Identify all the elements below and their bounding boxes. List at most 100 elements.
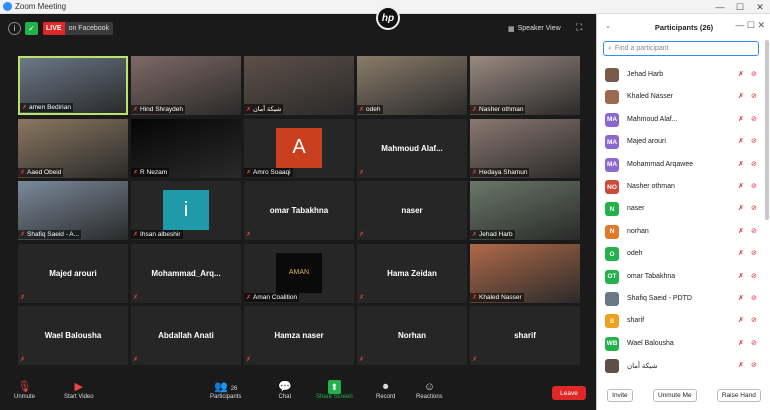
video-tile-ameen[interactable]: ✗ amen Bedirian [18,56,128,115]
participant-row[interactable]: OT omar Tabakhna ✗ ⊘ [597,266,765,288]
invite-button[interactable]: Invite [607,388,633,402]
video-tile-hind[interactable]: ✗ Hind Shraydeh [131,56,241,115]
video-tile-rnezam[interactable]: ✗ R Nezam [131,118,241,178]
participant-name-label: ✗ Jehad Harb [470,230,515,239]
live-stream-badge[interactable]: LIVE on Facebook [43,22,114,35]
participant-row[interactable]: NO Nasher othman ✗ ⊘ [597,176,765,198]
raise-hand-button[interactable]: Raise Hand [716,388,761,402]
video-tile-wael[interactable]: Wael Balousha ✗ [18,306,128,365]
avatar: OT [605,269,619,284]
reactions-icon: ☺ [423,381,435,393]
close-window-button[interactable]: ✕ [750,0,770,14]
window-controls: — ☐ ✕ [710,0,770,14]
participant-row[interactable]: Ssharif ✗ ⊘ [597,310,765,332]
video-off-icon: ⊘ [751,339,757,347]
video-tile-majed[interactable]: Majed arouri ✗ [18,243,128,303]
video-tile-jehad[interactable]: ✗ Jehad Harb [470,181,580,240]
video-tile-mohammad[interactable]: Mohammad_Arq... ✗ [131,243,241,303]
video-off-icon: ⊘ [751,183,757,190]
muted-mic-icon: ✗ [472,232,478,238]
unmute-me-button[interactable]: Unmute Me [652,388,697,402]
meeting-topbar: i ✓ LIVE on Facebook hp ▦ Speaker View ⛶ [0,6,596,44]
video-tile-khaled[interactable]: ✗ Khaled Nasser [470,243,580,303]
video-tile-aaed[interactable]: ✗ Aaed Obeid [18,118,128,178]
participant-name-label: ✗ R Nezam [131,167,170,177]
minimize-button[interactable]: — [710,0,730,14]
participant-row[interactable]: MA Mahmoud Alaf... ✗ ⊘ [597,109,765,131]
avatar-letter: A [276,127,322,168]
participant-row[interactable]: Khaled Nasser ✗ ⊘ [597,86,765,108]
participant-name: Khaled Nasser [627,93,673,101]
video-tile-ledaya[interactable]: ✗ Hedaya Shamun [470,118,580,178]
video-tile-ihsan[interactable]: i ✗ Ihsan albeshir [131,181,241,240]
video-tile-omar[interactable]: omar Tabakhna ✗ [244,181,354,240]
muted-mic-icon: ✗ [133,232,139,238]
participant-name: R Nezam [140,168,168,176]
participant-name: Shafiq Saeid - A... [27,231,80,238]
start-video-button[interactable]: ▶ Start Video [64,380,94,400]
avatar [605,90,619,105]
panel-window-controls[interactable]: — ☐ ✕ [735,20,765,31]
participants-button[interactable]: 👥 26 Participants [210,380,241,400]
participant-row[interactable]: MA Majed arouri ✗ ⊘ [597,131,765,153]
live-label: LIVE [43,22,65,35]
video-tile-abdallah[interactable]: Abdallah Anati ✗ [131,306,241,365]
video-tile-mahmoud[interactable]: Mahmoud Alaf... ✗ [357,118,467,178]
video-off-icon: ⊘ [751,205,757,213]
video-tile-nasher[interactable]: ✗ Nasher othman [470,56,580,115]
participant-name-label: ✗ Khaled Nasser [470,292,524,302]
participant-name: Wael Balousha [44,331,102,340]
muted-mic-icon: ✗ [246,357,252,363]
muted-mic-icon: ✗ [738,317,744,325]
muted-mic-icon: ✗ [738,160,744,168]
participant-row[interactable]: MA Mohammad Arqawee ✗ ⊘ [597,154,765,176]
reactions-button[interactable]: ☺ Reactions [416,380,443,400]
participant-row[interactable]: Nnorhan ✗ ⊘ [597,221,765,243]
participant-name: Hind Shraydeh [140,106,184,113]
avatar: MA [605,135,619,150]
video-off-icon: ⊘ [751,227,757,235]
video-tile-arabic[interactable]: ✗ شيكة أمان [244,56,354,115]
participant-name: odeh [366,106,381,113]
avatar [605,292,619,306]
maximize-button[interactable]: ☐ [730,0,750,14]
fullscreen-icon[interactable]: ⛶ [576,22,582,33]
participant-search-input[interactable]: ⌕ Find a participant [603,41,759,56]
muted-mic-icon: ✗ [738,183,744,190]
video-tile-norhan[interactable]: Norhan ✗ [357,306,467,365]
participant-name: Jehad Harb [479,231,513,238]
share-screen-button[interactable]: ⬆ Share Screen [316,380,353,400]
video-tile-hamza[interactable]: Hamza naser ✗ [244,306,354,365]
record-button[interactable]: ⏺ Record [376,380,395,400]
avatar: NO [605,180,619,194]
participant-row[interactable]: WB Wael Balousha ✗ ⊘ [597,333,765,355]
muted-mic-icon: ✗ [20,232,26,238]
participant-row[interactable]: Shafiq Saeid - PDTD ✗ ⊘ [597,288,765,310]
video-tile-sharif[interactable]: sharif ✗ [470,306,580,365]
meeting-info-icon[interactable]: i [8,22,21,35]
speaker-view-button[interactable]: ▦ Speaker View [508,22,561,35]
chat-button[interactable]: 💬 Chat [278,380,292,400]
participant-row[interactable]: شيكة أمان ✗ ⊘ [597,355,765,377]
participant-name: Norhan [398,331,426,340]
muted-mic-icon: ✗ [738,138,744,146]
video-tile-aman[interactable]: AMAN ✗ Aman Coalition [244,243,354,303]
participant-name: sharif [627,317,645,325]
unmute-button[interactable]: 🎙 Unmute [14,380,35,400]
avatar: MA [605,157,619,172]
video-tile-naser[interactable]: naser ✗ [357,181,467,240]
muted-mic-icon: ✗ [359,294,365,301]
muted-mic-icon: ✗ [133,294,139,301]
video-tile-amro[interactable]: A ✗ Amro Soaaqi [244,118,354,178]
participant-list-scrollbar[interactable] [765,40,769,220]
participant-row[interactable]: Nnaser ✗ ⊘ [597,198,765,220]
video-tile-shafiq[interactable]: ✗ Shafiq Saeid - A... [18,181,128,240]
participant-name: naser [401,206,423,215]
participant-row[interactable]: Jehad Harb ✗ ⊘ [597,64,765,86]
video-tile-odeh[interactable]: ✗ odeh [357,56,467,115]
video-tile-hama[interactable]: Hama Zeidan ✗ [357,243,467,303]
participant-row[interactable]: Oodeh ✗ ⊘ [597,243,765,265]
leave-button[interactable]: Leave [552,386,586,400]
muted-mic-icon: ✗ [738,71,744,78]
encryption-shield-icon[interactable]: ✓ [25,22,38,35]
